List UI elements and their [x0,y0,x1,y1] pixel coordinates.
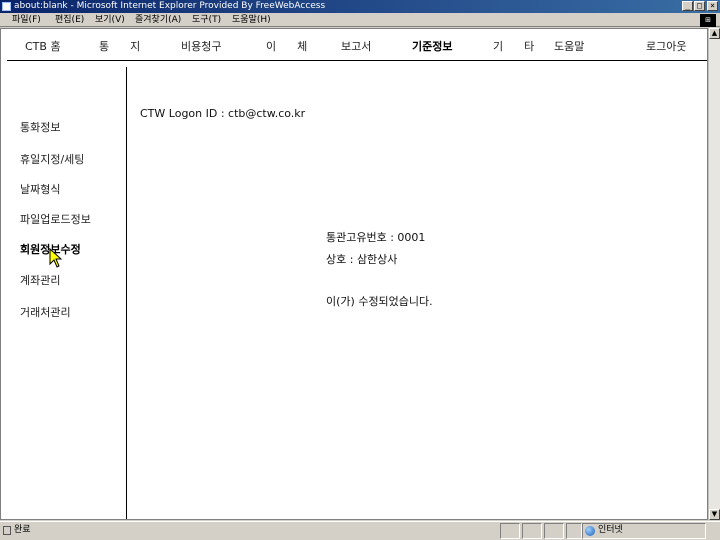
sidebar: 통화정보 휴일지정/세팅 날짜형식 파일업로드정보 회원정보수정 계좌관리 거래… [1,67,127,535]
internet-zone-icon [585,526,595,536]
scroll-down-icon[interactable]: ▼ [709,509,720,520]
close-button[interactable]: × [707,1,718,11]
company-name-text: 상호 : 삼한상사 [326,253,398,266]
nav-transfer[interactable]: 이 체 [266,38,307,54]
web-page: CTB 홈 통 지 비용청구 이 체 보고서 기준정보 기 타 도움말 로그아웃… [0,28,708,535]
ie-page-icon [2,2,11,11]
status-cell [566,523,582,539]
browser-window: about:blank - Microsoft Internet Explore… [0,0,720,540]
status-cell [500,523,520,539]
status-text: 완료 [14,525,31,535]
customs-code-text: 통관고유번호 : 0001 [326,231,426,244]
menu-edit[interactable]: 편집(E) [55,13,84,27]
nav-help[interactable]: 도움말 [554,38,584,54]
menu-help[interactable]: 도움말(H) [232,13,271,27]
scroll-up-icon[interactable]: ▲ [709,28,720,39]
nav-basic-info[interactable]: 기준정보 [412,38,452,54]
nav-etc[interactable]: 기 타 [493,38,534,54]
title-bar: about:blank - Microsoft Internet Explore… [0,0,720,13]
sidebar-item-file-upload-info[interactable]: 파일업로드정보 [20,211,91,227]
window-title: about:blank - Microsoft Internet Explore… [14,1,326,11]
minimize-button[interactable]: _ [682,1,693,11]
windows-logo-icon: ⊞ [700,14,716,27]
sidebar-item-client-management[interactable]: 거래처관리 [20,304,71,320]
status-cell [544,523,564,539]
menu-favorites[interactable]: 즐겨찾기(A) [135,13,181,27]
maximize-button[interactable]: □ [694,1,705,11]
update-result-message: 이(가) 수정되었습니다. [326,295,433,308]
status-bar: 완료 인터넷 [0,521,720,540]
menu-tools[interactable]: 도구(T) [192,13,221,27]
vertical-scrollbar[interactable]: ▲ ▼ [708,28,720,520]
status-cell [522,523,542,539]
sidebar-item-holiday-settings[interactable]: 휴일지정/세팅 [20,151,84,167]
nav-ctb-home[interactable]: CTB 홈 [25,38,61,54]
nav-logout[interactable]: 로그아웃 [646,38,686,54]
sidebar-item-call-info[interactable]: 통화정보 [20,119,60,135]
menu-file[interactable]: 파일(F) [12,13,41,27]
mouse-cursor-icon [49,248,63,268]
page-done-icon [3,526,11,535]
nav-notice[interactable]: 통 지 [99,38,140,54]
sidebar-item-account-management[interactable]: 계좌관리 [20,272,60,288]
menu-view[interactable]: 보기(V) [95,13,125,27]
logon-id-label: CTW Logon ID : ctb@ctw.co.kr [140,107,306,120]
security-zone-label: 인터넷 [598,525,623,535]
nav-report[interactable]: 보고서 [341,38,371,54]
sidebar-item-date-format[interactable]: 날짜형식 [20,181,60,197]
menu-bar: 파일(F) 편집(E) 보기(V) 즐겨찾기(A) 도구(T) 도움말(H) ⊞ [0,13,720,27]
nav-billing[interactable]: 비용청구 [181,38,221,54]
